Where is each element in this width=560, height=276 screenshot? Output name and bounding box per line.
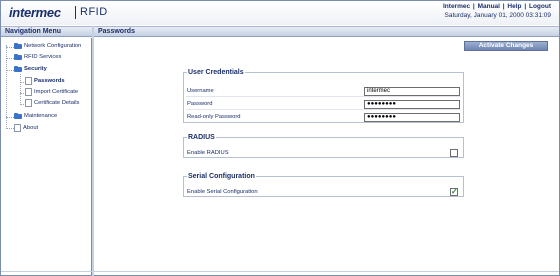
sidebar-item-label: Security (24, 66, 47, 72)
user-credentials-group: User Credentials Username intermec Passw… (183, 69, 464, 123)
enable-serial-row: Enable Serial Configuration (186, 186, 461, 198)
enable-serial-checkbox[interactable] (450, 186, 458, 198)
page-icon (25, 77, 32, 85)
enable-radius-checkbox[interactable] (450, 149, 458, 157)
sidebar-item-label: About (23, 125, 39, 131)
header: intermec RFID Intermec | Manual | Help |… (1, 1, 559, 25)
enable-serial-label: Enable Serial Configuration (187, 189, 258, 195)
page-title: Passwords (94, 26, 559, 37)
tree-line (6, 128, 14, 129)
folder-icon (14, 112, 22, 119)
sidebar-item-maintenance[interactable]: Maintenance (14, 112, 58, 119)
folder-icon (14, 42, 22, 49)
link-separator: | (472, 3, 475, 10)
tree-line (6, 58, 14, 59)
radius-group: RADIUS Enable RADIUS (183, 134, 464, 158)
intermec-logo: intermec (9, 5, 61, 20)
header-date: Saturday, January 01, 2000 03:31:09 (444, 12, 552, 19)
enable-radius-row: Enable RADIUS (186, 147, 461, 159)
logo-separator (75, 6, 76, 19)
tree-line (6, 47, 14, 48)
sidebar-item-label: Maintenance (24, 113, 58, 119)
sidebar-item-label: Certificate Details (34, 100, 80, 106)
sidebar-item-label: Import Certificate (34, 89, 79, 95)
sidebar-item-about[interactable]: About (14, 124, 38, 132)
sidebar-item-label: Passwords (34, 78, 65, 84)
folder-open-icon (14, 65, 22, 72)
product-name: RFID (80, 6, 108, 18)
password-label: Password (187, 101, 213, 107)
sidebar-item-security[interactable]: Security (14, 65, 47, 72)
sidebar-item-label: RFID Services (24, 54, 62, 60)
readonly-password-label: Read-only Password (187, 114, 241, 120)
sidebar-item-certificate-details[interactable]: Certificate Details (25, 99, 79, 107)
link-separator: | (524, 3, 527, 10)
page-icon (25, 99, 32, 107)
username-row: Username intermec (186, 85, 461, 97)
page-icon (14, 124, 21, 132)
manual-link[interactable]: Manual (478, 3, 500, 10)
enable-radius-label: Enable RADIUS (187, 150, 229, 156)
username-input[interactable]: intermec (364, 87, 460, 96)
serial-configuration-group: Serial Configuration Enable Serial Confi… (183, 173, 464, 198)
radius-legend: RADIUS (188, 134, 215, 141)
username-label: Username (187, 88, 214, 94)
logout-link[interactable]: Logout (529, 3, 551, 10)
password-row: Password ●●●●●●●● (186, 98, 461, 110)
tree-line (6, 70, 14, 71)
serial-configuration-legend: Serial Configuration (188, 173, 255, 180)
header-links: Intermec | Manual | Help | Logout (443, 3, 551, 10)
readonly-password-row: Read-only Password ●●●●●●●● (186, 111, 461, 123)
sidebar-item-network-configuration[interactable]: Network Configuration (14, 42, 82, 49)
main-content: Activate Changes User Credentials Userna… (94, 38, 559, 275)
tree-line (20, 74, 21, 105)
user-credentials-legend: User Credentials (188, 69, 244, 76)
sidebar: Network Configuration RFID Services Secu… (1, 38, 92, 275)
footer-divider (1, 271, 559, 272)
sidebar-item-import-certificate[interactable]: Import Certificate (25, 88, 78, 96)
link-separator: | (502, 3, 505, 10)
intermec-link[interactable]: Intermec (443, 3, 470, 10)
sidebar-item-rfid-services[interactable]: RFID Services (14, 53, 62, 60)
app-window: intermec RFID Intermec | Manual | Help |… (0, 0, 560, 276)
password-input[interactable]: ●●●●●●●● (364, 100, 460, 109)
help-link[interactable]: Help (507, 3, 521, 10)
nav-title: Navigation Menu (1, 26, 92, 37)
page-icon (25, 88, 32, 96)
tree-line (6, 117, 14, 118)
sidebar-item-passwords[interactable]: Passwords (25, 77, 65, 85)
sidebar-item-label: Network Configuration (24, 43, 82, 49)
activate-changes-button[interactable]: Activate Changes (464, 41, 548, 51)
readonly-password-input[interactable]: ●●●●●●●● (364, 113, 460, 122)
folder-icon (14, 53, 22, 60)
